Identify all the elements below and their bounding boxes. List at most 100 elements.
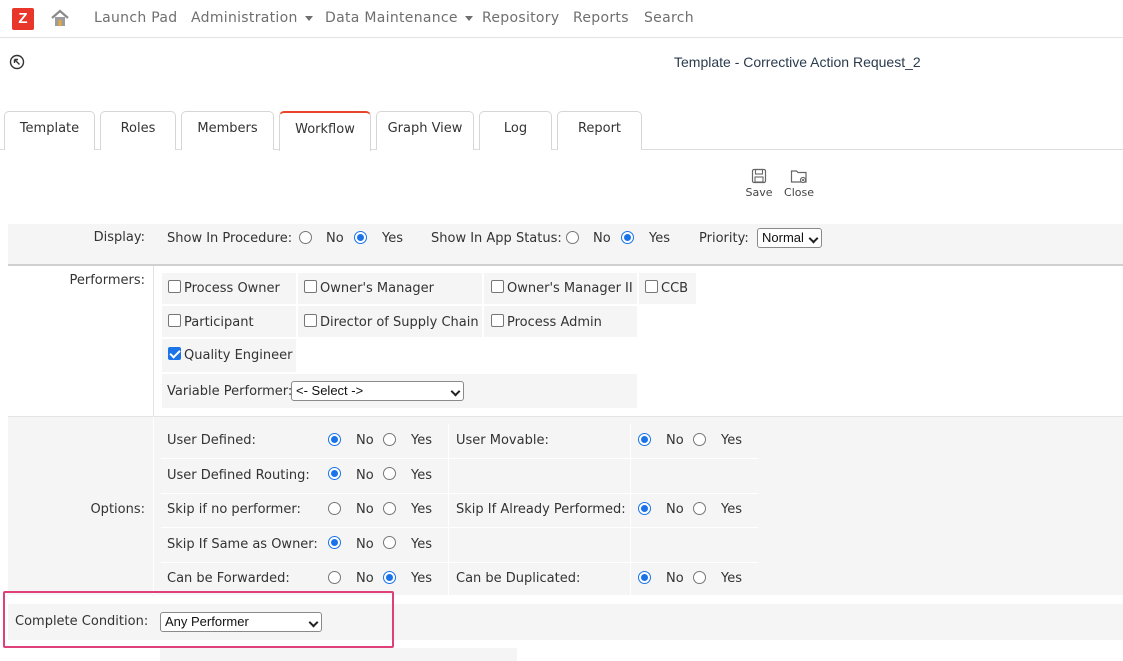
chevron-down-icon <box>808 233 819 244</box>
skip-already-performed-yes-radio[interactable] <box>693 502 706 515</box>
user-movable-label: User Movable: <box>456 433 549 448</box>
nav-repository[interactable]: Repository <box>482 10 559 26</box>
chevron-down-icon <box>450 386 461 397</box>
radio-label-yes: Yes <box>411 468 432 483</box>
next-row-header <box>160 648 517 661</box>
radio-label-no: No <box>666 571 684 586</box>
priority-label: Priority: <box>699 231 749 246</box>
radio-label-yes: Yes <box>411 502 432 517</box>
close-button[interactable]: Close <box>782 168 816 199</box>
performer-owners-manager-label: Owner's Manager <box>320 281 434 296</box>
radio-label-yes: Yes <box>382 231 403 246</box>
tab-log[interactable]: Log <box>479 111 552 150</box>
options-label: Options: <box>90 502 145 517</box>
radio-label-no: No <box>326 231 344 246</box>
save-button[interactable]: Save <box>744 168 774 199</box>
radio-label-no: No <box>593 231 611 246</box>
user-movable-yes-radio[interactable] <box>693 433 706 446</box>
can-be-forwarded-yes-radio[interactable] <box>383 571 396 584</box>
column-divider <box>630 424 631 596</box>
show-in-procedure-no-radio[interactable] <box>299 231 312 244</box>
tab-workflow[interactable]: Workflow <box>279 111 371 151</box>
save-label: Save <box>745 186 773 199</box>
nav-search[interactable]: Search <box>644 10 694 26</box>
highlight-box <box>3 591 394 648</box>
user-defined-yes-radio[interactable] <box>383 433 396 446</box>
nav-launch-pad[interactable]: Launch Pad <box>94 10 177 26</box>
divider <box>8 416 1123 417</box>
tab-members[interactable]: Members <box>181 111 274 150</box>
skip-no-performer-no-radio[interactable] <box>328 502 341 515</box>
nav-data-maintenance[interactable]: Data Maintenance <box>325 10 473 26</box>
back-icon[interactable] <box>9 54 25 70</box>
variable-performer-value: <- Select -> <box>296 383 364 398</box>
performer-owners-manager-ii-label: Owner's Manager II <box>507 281 633 296</box>
quality-engineer-checkbox[interactable] <box>168 347 181 360</box>
radio-label-no: No <box>356 571 374 586</box>
user-defined-routing-label: User Defined Routing: <box>167 468 310 483</box>
skip-no-performer-label: Skip if no performer: <box>167 502 301 517</box>
can-be-forwarded-no-radio[interactable] <box>328 571 341 584</box>
divider <box>161 458 758 459</box>
radio-label-yes: Yes <box>411 537 432 552</box>
skip-already-performed-label: Skip If Already Performed: <box>456 502 626 517</box>
radio-label-no: No <box>666 502 684 517</box>
owners-manager-ii-checkbox[interactable] <box>491 280 504 293</box>
process-admin-checkbox[interactable] <box>491 314 504 327</box>
can-be-duplicated-no-radio[interactable] <box>638 571 651 584</box>
user-movable-no-radio[interactable] <box>638 433 651 446</box>
participant-checkbox[interactable] <box>168 314 181 327</box>
radio-label-no: No <box>356 502 374 517</box>
radio-label-yes: Yes <box>721 571 742 586</box>
performer-quality-engineer-label: Quality Engineer <box>184 348 293 363</box>
can-be-forwarded-label: Can be Forwarded: <box>167 571 290 586</box>
director-supply-chain-checkbox[interactable] <box>304 314 317 327</box>
column-divider <box>448 424 449 596</box>
skip-same-owner-no-radio[interactable] <box>328 536 341 549</box>
user-defined-label: User Defined: <box>167 433 256 448</box>
radio-label-yes: Yes <box>411 433 432 448</box>
radio-label-yes: Yes <box>721 433 742 448</box>
app-logo[interactable]: Z <box>12 8 34 30</box>
radio-label-no: No <box>356 468 374 483</box>
owners-manager-checkbox[interactable] <box>304 280 317 293</box>
tab-roles[interactable]: Roles <box>100 111 176 150</box>
user-defined-routing-yes-radio[interactable] <box>383 467 396 480</box>
can-be-duplicated-yes-radio[interactable] <box>693 571 706 584</box>
caret-down-icon <box>464 15 473 21</box>
variable-performer-label: Variable Performer: <box>167 384 293 399</box>
home-icon[interactable] <box>50 8 70 28</box>
divider <box>161 527 758 528</box>
performer-director-supply-chain-label: Director of Supply Chain <box>320 315 479 330</box>
performer-participant-label: Participant <box>184 315 254 330</box>
radio-label-yes: Yes <box>411 571 432 586</box>
show-in-procedure-yes-radio[interactable] <box>354 231 367 244</box>
nav-reports[interactable]: Reports <box>573 10 629 26</box>
show-in-app-status-no-radio[interactable] <box>566 231 579 244</box>
nav-administration-label: Administration <box>191 10 298 26</box>
ccb-checkbox[interactable] <box>645 280 658 293</box>
variable-performer-select[interactable]: <- Select -> <box>291 381 464 401</box>
show-in-app-status-yes-radio[interactable] <box>621 231 634 244</box>
user-defined-routing-no-radio[interactable] <box>328 467 341 480</box>
tab-graph-view[interactable]: Graph View <box>376 111 474 150</box>
nav-administration[interactable]: Administration <box>191 10 313 26</box>
caret-down-icon <box>304 15 313 21</box>
tab-report[interactable]: Report <box>557 111 642 150</box>
top-navbar: Z Launch Pad Administration Data Mainten… <box>0 0 1123 38</box>
skip-already-performed-no-radio[interactable] <box>638 502 651 515</box>
divider <box>161 562 758 563</box>
tab-template[interactable]: Template <box>4 111 95 150</box>
radio-label-no: No <box>356 433 374 448</box>
process-owner-checkbox[interactable] <box>168 280 181 293</box>
show-in-procedure-label: Show In Procedure: <box>167 231 293 246</box>
column-divider <box>153 417 154 595</box>
performer-process-admin-label: Process Admin <box>507 315 602 330</box>
divider <box>161 493 758 494</box>
show-in-app-status-label: Show In App Status: <box>431 231 562 246</box>
user-defined-no-radio[interactable] <box>328 433 341 446</box>
performer-process-owner-label: Process Owner <box>184 281 280 296</box>
skip-no-performer-yes-radio[interactable] <box>383 502 396 515</box>
priority-select[interactable]: Normal <box>757 228 822 248</box>
skip-same-owner-yes-radio[interactable] <box>383 536 396 549</box>
